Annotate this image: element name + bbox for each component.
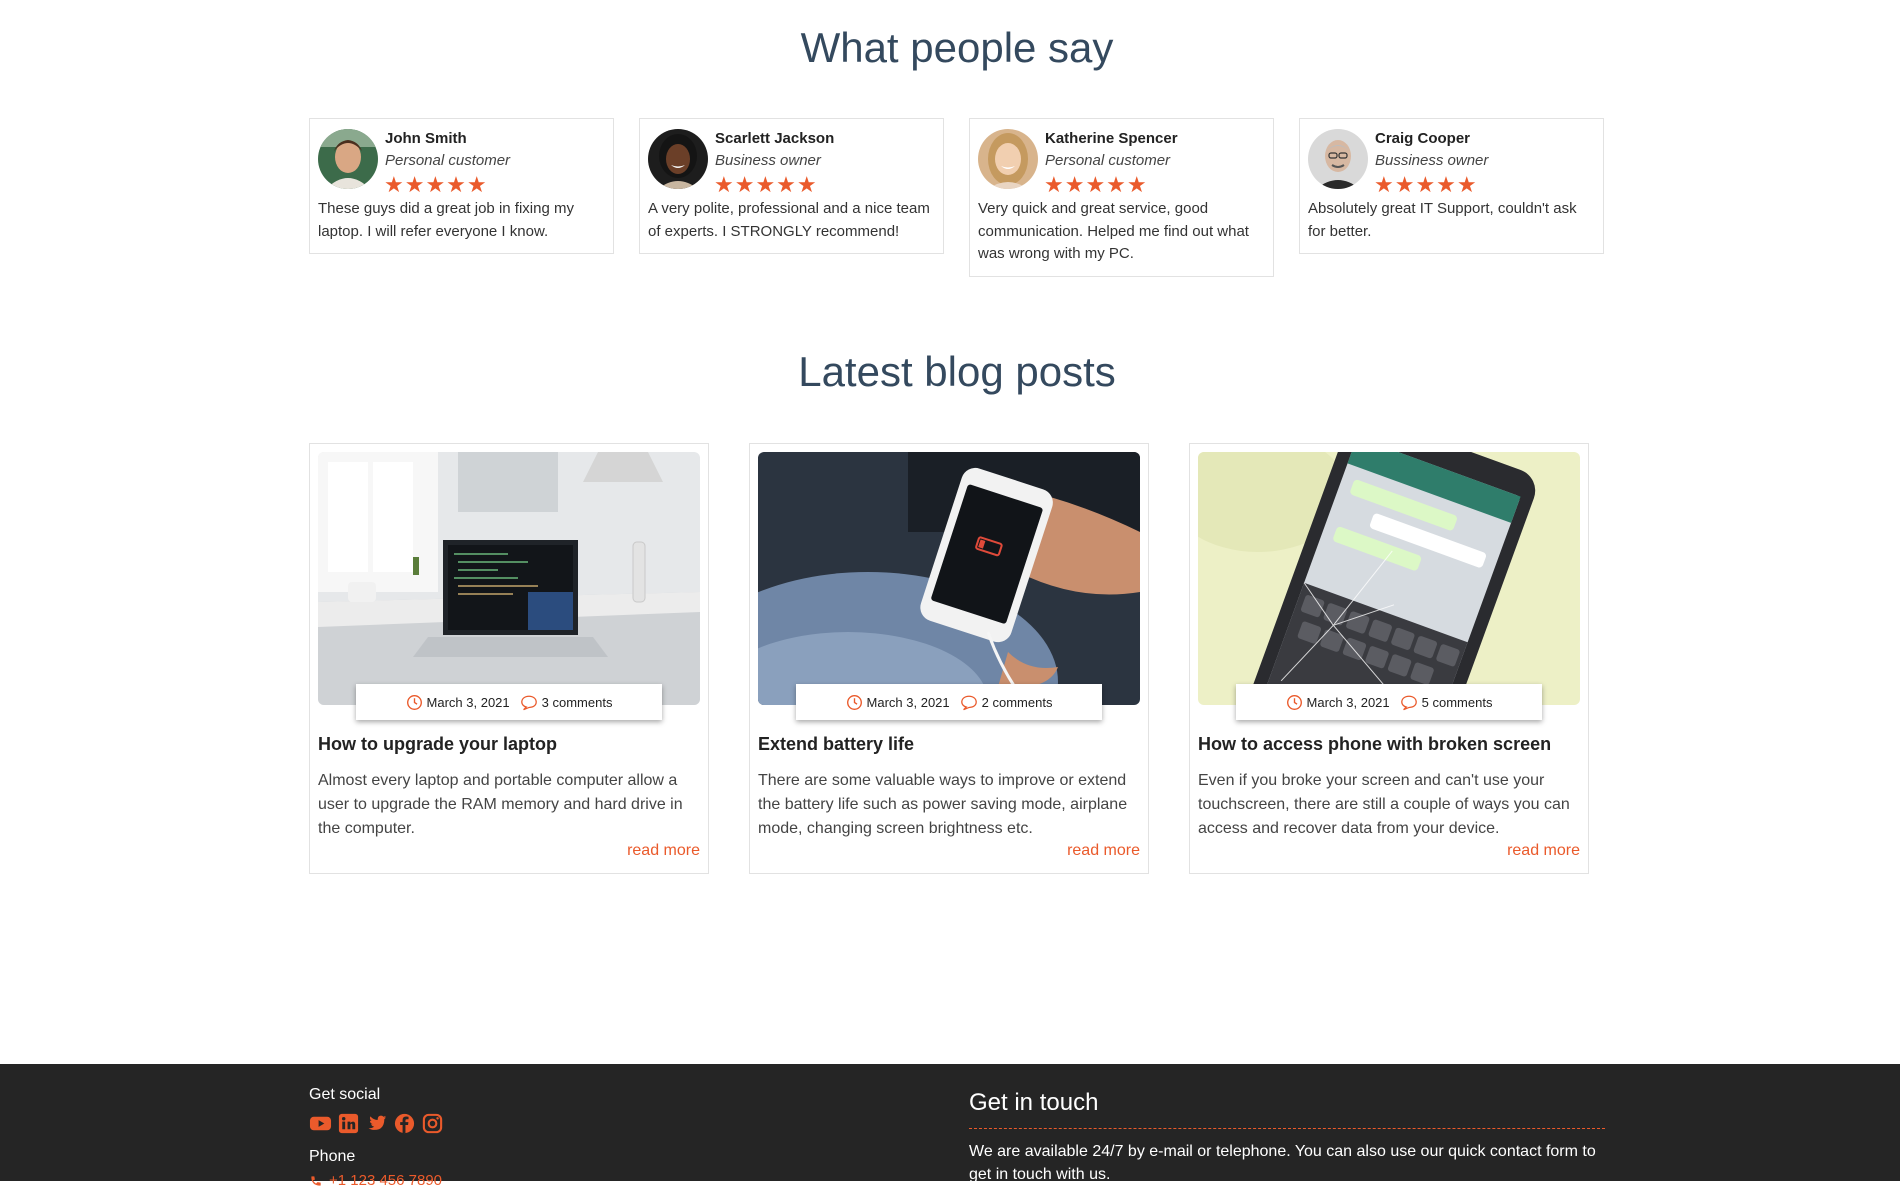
read-more-link[interactable]: read more — [1507, 842, 1580, 860]
instagram-icon[interactable] — [421, 1112, 444, 1135]
youtube-icon[interactable] — [309, 1112, 332, 1135]
facebook-icon[interactable] — [393, 1112, 416, 1135]
blog-card: March 3, 2021 5 comments How to access p… — [1189, 443, 1589, 874]
post-date: March 3, 2021 — [1286, 694, 1390, 711]
post-comments-text: 5 comments — [1421, 694, 1493, 710]
post-comments-text: 2 comments — [981, 694, 1053, 710]
post-comments[interactable]: 5 comments — [1400, 694, 1493, 711]
blog-image-laptop[interactable] — [318, 452, 700, 705]
read-more-link[interactable]: read more — [1067, 842, 1140, 860]
blog-meta: March 3, 2021 5 comments — [1236, 684, 1542, 720]
twitter-icon[interactable] — [365, 1112, 388, 1135]
comment-icon — [960, 695, 977, 710]
post-date: March 3, 2021 — [846, 694, 950, 711]
get-in-touch-text: We are available 24/7 by e-mail or telep… — [969, 1143, 1596, 1183]
blog-meta: March 3, 2021 2 comments — [796, 684, 1102, 720]
post-date-text: March 3, 2021 — [866, 694, 950, 710]
post-date: March 3, 2021 — [406, 694, 510, 711]
post-comments[interactable]: 2 comments — [960, 694, 1053, 711]
clock-icon — [846, 694, 862, 710]
post-title[interactable]: Extend battery life — [758, 734, 914, 755]
comment-icon — [1400, 695, 1417, 710]
post-title[interactable]: How to upgrade your laptop — [318, 734, 557, 755]
linkedin-icon[interactable] — [337, 1112, 360, 1135]
phone-label: Phone — [309, 1148, 356, 1165]
blog-section: Latest blog posts March 3, 2021 3 commen… — [309, 0, 1605, 880]
post-excerpt: Even if you broke your screen and can't … — [1198, 772, 1570, 837]
post-date-text: March 3, 2021 — [426, 694, 510, 710]
blog-meta: March 3, 2021 3 comments — [356, 684, 662, 720]
blog-image-phone-battery[interactable] — [758, 452, 1140, 705]
post-excerpt: Almost every laptop and portable compute… — [318, 772, 683, 837]
clock-icon — [1286, 694, 1302, 710]
read-more-link[interactable]: read more — [627, 842, 700, 860]
clock-icon — [406, 694, 422, 710]
divider — [969, 1128, 1605, 1129]
post-date-text: March 3, 2021 — [1306, 694, 1390, 710]
comment-icon — [520, 695, 537, 710]
blog-card: March 3, 2021 3 comments How to upgrade … — [309, 443, 709, 874]
footer: Get social Phone +1 123 456 7890 Get in … — [0, 1064, 1900, 1189]
social-icons — [309, 1112, 444, 1135]
blog-card: March 3, 2021 2 comments Extend battery … — [749, 443, 1149, 874]
social-label: Get social — [309, 1086, 381, 1103]
get-in-touch-title: Get in touch — [969, 1089, 1099, 1116]
post-excerpt: There are some valuable ways to improve … — [758, 772, 1128, 837]
post-comments[interactable]: 3 comments — [520, 694, 613, 711]
post-title[interactable]: How to access phone with broken screen — [1198, 734, 1551, 755]
blog-image-broken-phone[interactable] — [1198, 452, 1580, 705]
post-comments-text: 3 comments — [541, 694, 613, 710]
blog-title: Latest blog posts — [798, 348, 1116, 395]
